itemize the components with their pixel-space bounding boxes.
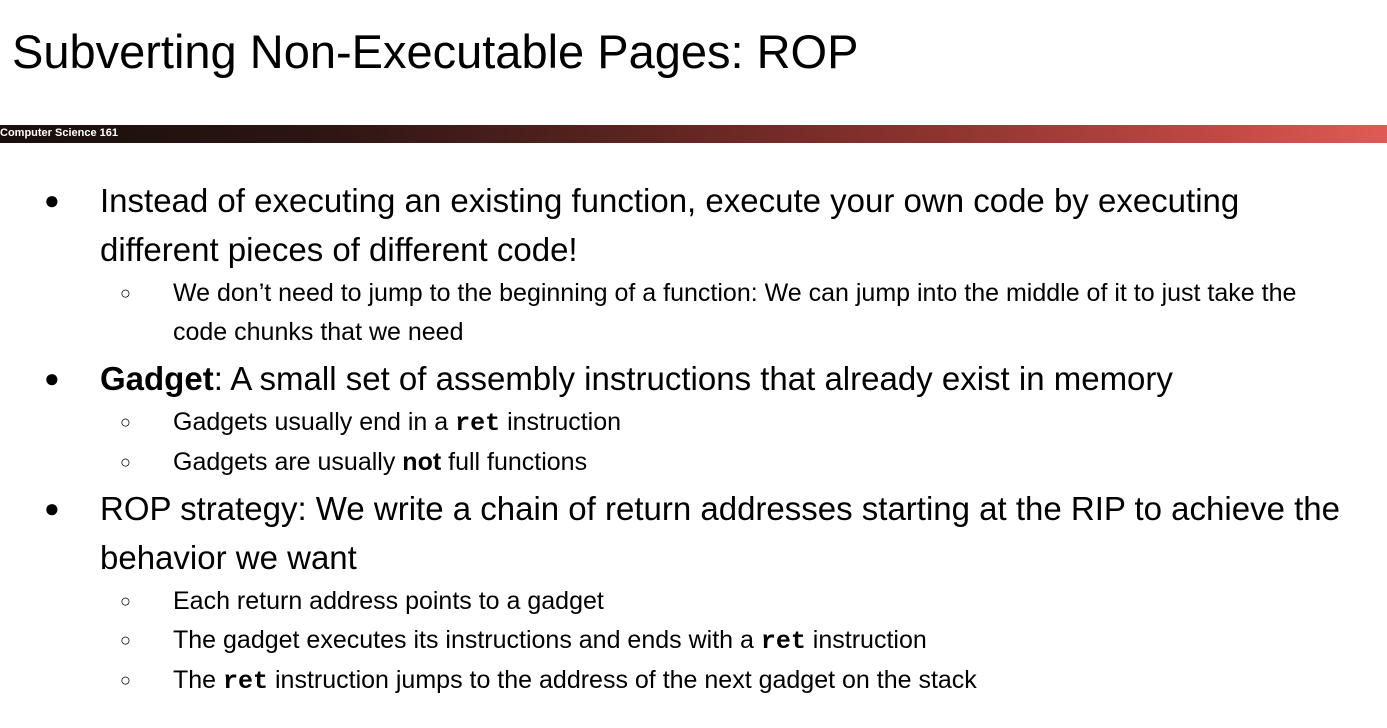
- course-banner: Computer Science 161: [0, 125, 1387, 143]
- sub-bullet-text: full functions: [441, 448, 588, 476]
- bold-term: not: [402, 448, 442, 476]
- bullet-text: ROP strategy: We write a chain of return…: [100, 490, 1340, 576]
- slide-title: Subverting Non-Executable Pages: ROP: [12, 25, 859, 78]
- sub-bullet-text: Gadgets are usually: [173, 448, 403, 476]
- sub-bullet-text: Gadgets usually end in a: [173, 408, 456, 436]
- code-token: ret: [760, 627, 806, 656]
- bullet-item: ● Gadget: A small set of assembly instru…: [0, 354, 1387, 403]
- sub-bullet-item: ○ We don’t need to jump to the beginning…: [0, 274, 1387, 352]
- code-token: ret: [223, 667, 269, 696]
- sub-bullet-text: instruction jumps to the address of the …: [268, 666, 977, 694]
- bullet-list: ● Instead of executing an existing funct…: [0, 176, 1387, 701]
- sub-bullet-marker: ○: [120, 591, 131, 611]
- sub-bullet-text: instruction: [805, 626, 927, 654]
- bullet-marker: ●: [44, 493, 60, 523]
- sub-bullet-marker: ○: [120, 630, 131, 650]
- sub-bullet-marker: ○: [120, 412, 131, 432]
- sub-bullet-item: ○ Each return address points to a gadget: [0, 582, 1387, 621]
- sub-bullet-item: ○ Gadgets usually end in a ret instructi…: [0, 403, 1387, 443]
- sub-bullet-text: We don’t need to jump to the beginning o…: [173, 279, 1297, 346]
- sub-bullet-marker: ○: [120, 283, 131, 303]
- bullet-marker: ●: [44, 363, 60, 393]
- sub-bullet-text: Each return address points to a gadget: [173, 587, 604, 615]
- sub-bullet-marker: ○: [120, 670, 131, 690]
- bullet-text: Instead of executing an existing functio…: [100, 182, 1240, 268]
- course-label: Computer Science 161: [0, 127, 118, 139]
- sub-bullet-text: instruction: [500, 408, 622, 436]
- sub-bullet-item: ○ Gadgets are usually not full functions: [0, 443, 1387, 482]
- sub-bullet-text: The: [173, 666, 224, 694]
- sub-bullet-marker: ○: [120, 452, 131, 472]
- sub-bullet-text: The gadget executes its instructions and…: [173, 626, 761, 654]
- bullet-item: ● ROP strategy: We write a chain of retu…: [0, 484, 1387, 582]
- bullet-text: : A small set of assembly instructions t…: [213, 360, 1173, 397]
- code-token: ret: [455, 409, 501, 438]
- sub-bullet-item: ○ The gadget executes its instructions a…: [0, 621, 1387, 661]
- sub-bullet-item: ○ The ret instruction jumps to the addre…: [0, 661, 1387, 701]
- bold-term: Gadget: [100, 360, 214, 397]
- bullet-marker: ●: [44, 185, 60, 215]
- bullet-item: ● Instead of executing an existing funct…: [0, 176, 1387, 274]
